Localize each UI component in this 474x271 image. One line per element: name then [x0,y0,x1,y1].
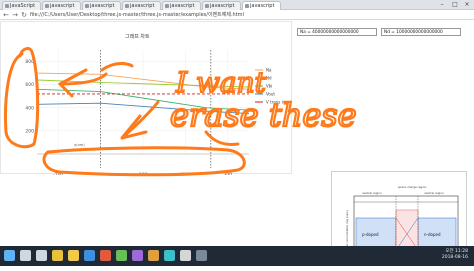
p-doped-label: p-doped [362,232,379,237]
y-tick-label: 400 [25,105,34,111]
favicon-icon [125,4,129,8]
x-tick-label: -100 [53,172,63,175]
app1-icon[interactable] [84,250,95,261]
browser-tab[interactable]: javascript [202,1,241,10]
legend-label: Vout [266,92,275,97]
app7-icon[interactable] [180,250,191,261]
app8-icon[interactable] [196,250,207,261]
task-view-icon[interactable] [36,250,47,261]
app6-icon[interactable] [164,250,175,261]
app4-icon[interactable] [132,250,143,261]
browser-tab[interactable]: JavaScript [2,1,41,10]
browser-tab[interactable]: javascript [82,1,121,10]
x-tick-label: 200 [181,172,190,175]
address-bar-row: ← → ↻ file:///C:/Users/User/Desktop/thre… [0,10,474,20]
y-tick-label: 600 [25,82,34,88]
legend-label: Na [266,68,272,73]
app5-icon[interactable] [148,250,159,261]
taskbar: 오전 11:28 2018-08-16 [0,246,474,266]
favicon-icon [205,4,209,8]
x-tick-label: 300 [224,172,233,175]
neutral-region-left-label: neutral region [362,191,382,195]
app2-icon[interactable] [100,250,111,261]
x-tick-label: 0 [99,172,102,175]
nd-input[interactable]: Nd = 10000000000000000 [381,28,461,36]
browser-tab[interactable]: javascript [122,1,161,10]
legend-label: Vbi [266,84,272,89]
favicon-icon [245,4,249,8]
n-doped-label: n-doped [424,232,441,237]
chrome-icon[interactable] [52,250,63,261]
favicon-icon [5,4,9,8]
close-button[interactable]: × [461,0,473,9]
explorer-icon[interactable] [68,250,79,261]
line-chart: 800 600 400 200 -100 0 100 200 300 x(nm) Na Nd Vbi Vo… [25,50,286,175]
tab-bar: JavaScript javascript javascript javascr… [0,0,474,10]
favicon-icon [85,4,89,8]
reload-icon[interactable]: ↻ [20,11,28,19]
app3-icon[interactable] [116,250,127,261]
search-icon[interactable] [20,250,31,261]
windows-start-icon[interactable] [4,250,15,261]
y-tick-label: 800 [25,59,34,65]
browser-tab[interactable]: javascript [162,1,201,10]
clock-date: 2018-08-16 [441,255,468,260]
neutral-region-right-label: neutral region [424,191,444,195]
legend-label: V trans in [266,100,286,105]
back-arrow-icon[interactable]: ← [2,11,10,19]
x-tick-label: 100 [139,172,148,175]
minimize-button[interactable]: – [436,0,448,9]
legend-label: Nd [266,76,272,81]
page-content: 그래프 차트 800600400200-1000100200300x(nm)Na… [0,21,474,266]
x-axis-label: x(nm) [74,143,85,147]
favicon-icon [165,4,169,8]
system-clock[interactable]: 오전 11:28 2018-08-16 [438,249,468,261]
chart-panel: 그래프 차트 800600400200-1000100200300x(nm)Na… [0,21,292,175]
na-input[interactable]: Na = 40000000000000000 [297,28,377,36]
forward-arrow-icon[interactable]: → [11,11,19,19]
browser-tab-active[interactable]: javascript [242,1,281,10]
address-input[interactable]: file:///C:/Users/User/Desktop/three.js-m… [30,11,450,19]
maximize-button[interactable]: □ [449,0,461,9]
browser-tab[interactable]: javascript [42,1,81,10]
favicon-icon [45,4,49,8]
y-tick-label: 200 [25,128,34,134]
space-charge-label: space charge region [398,185,427,189]
